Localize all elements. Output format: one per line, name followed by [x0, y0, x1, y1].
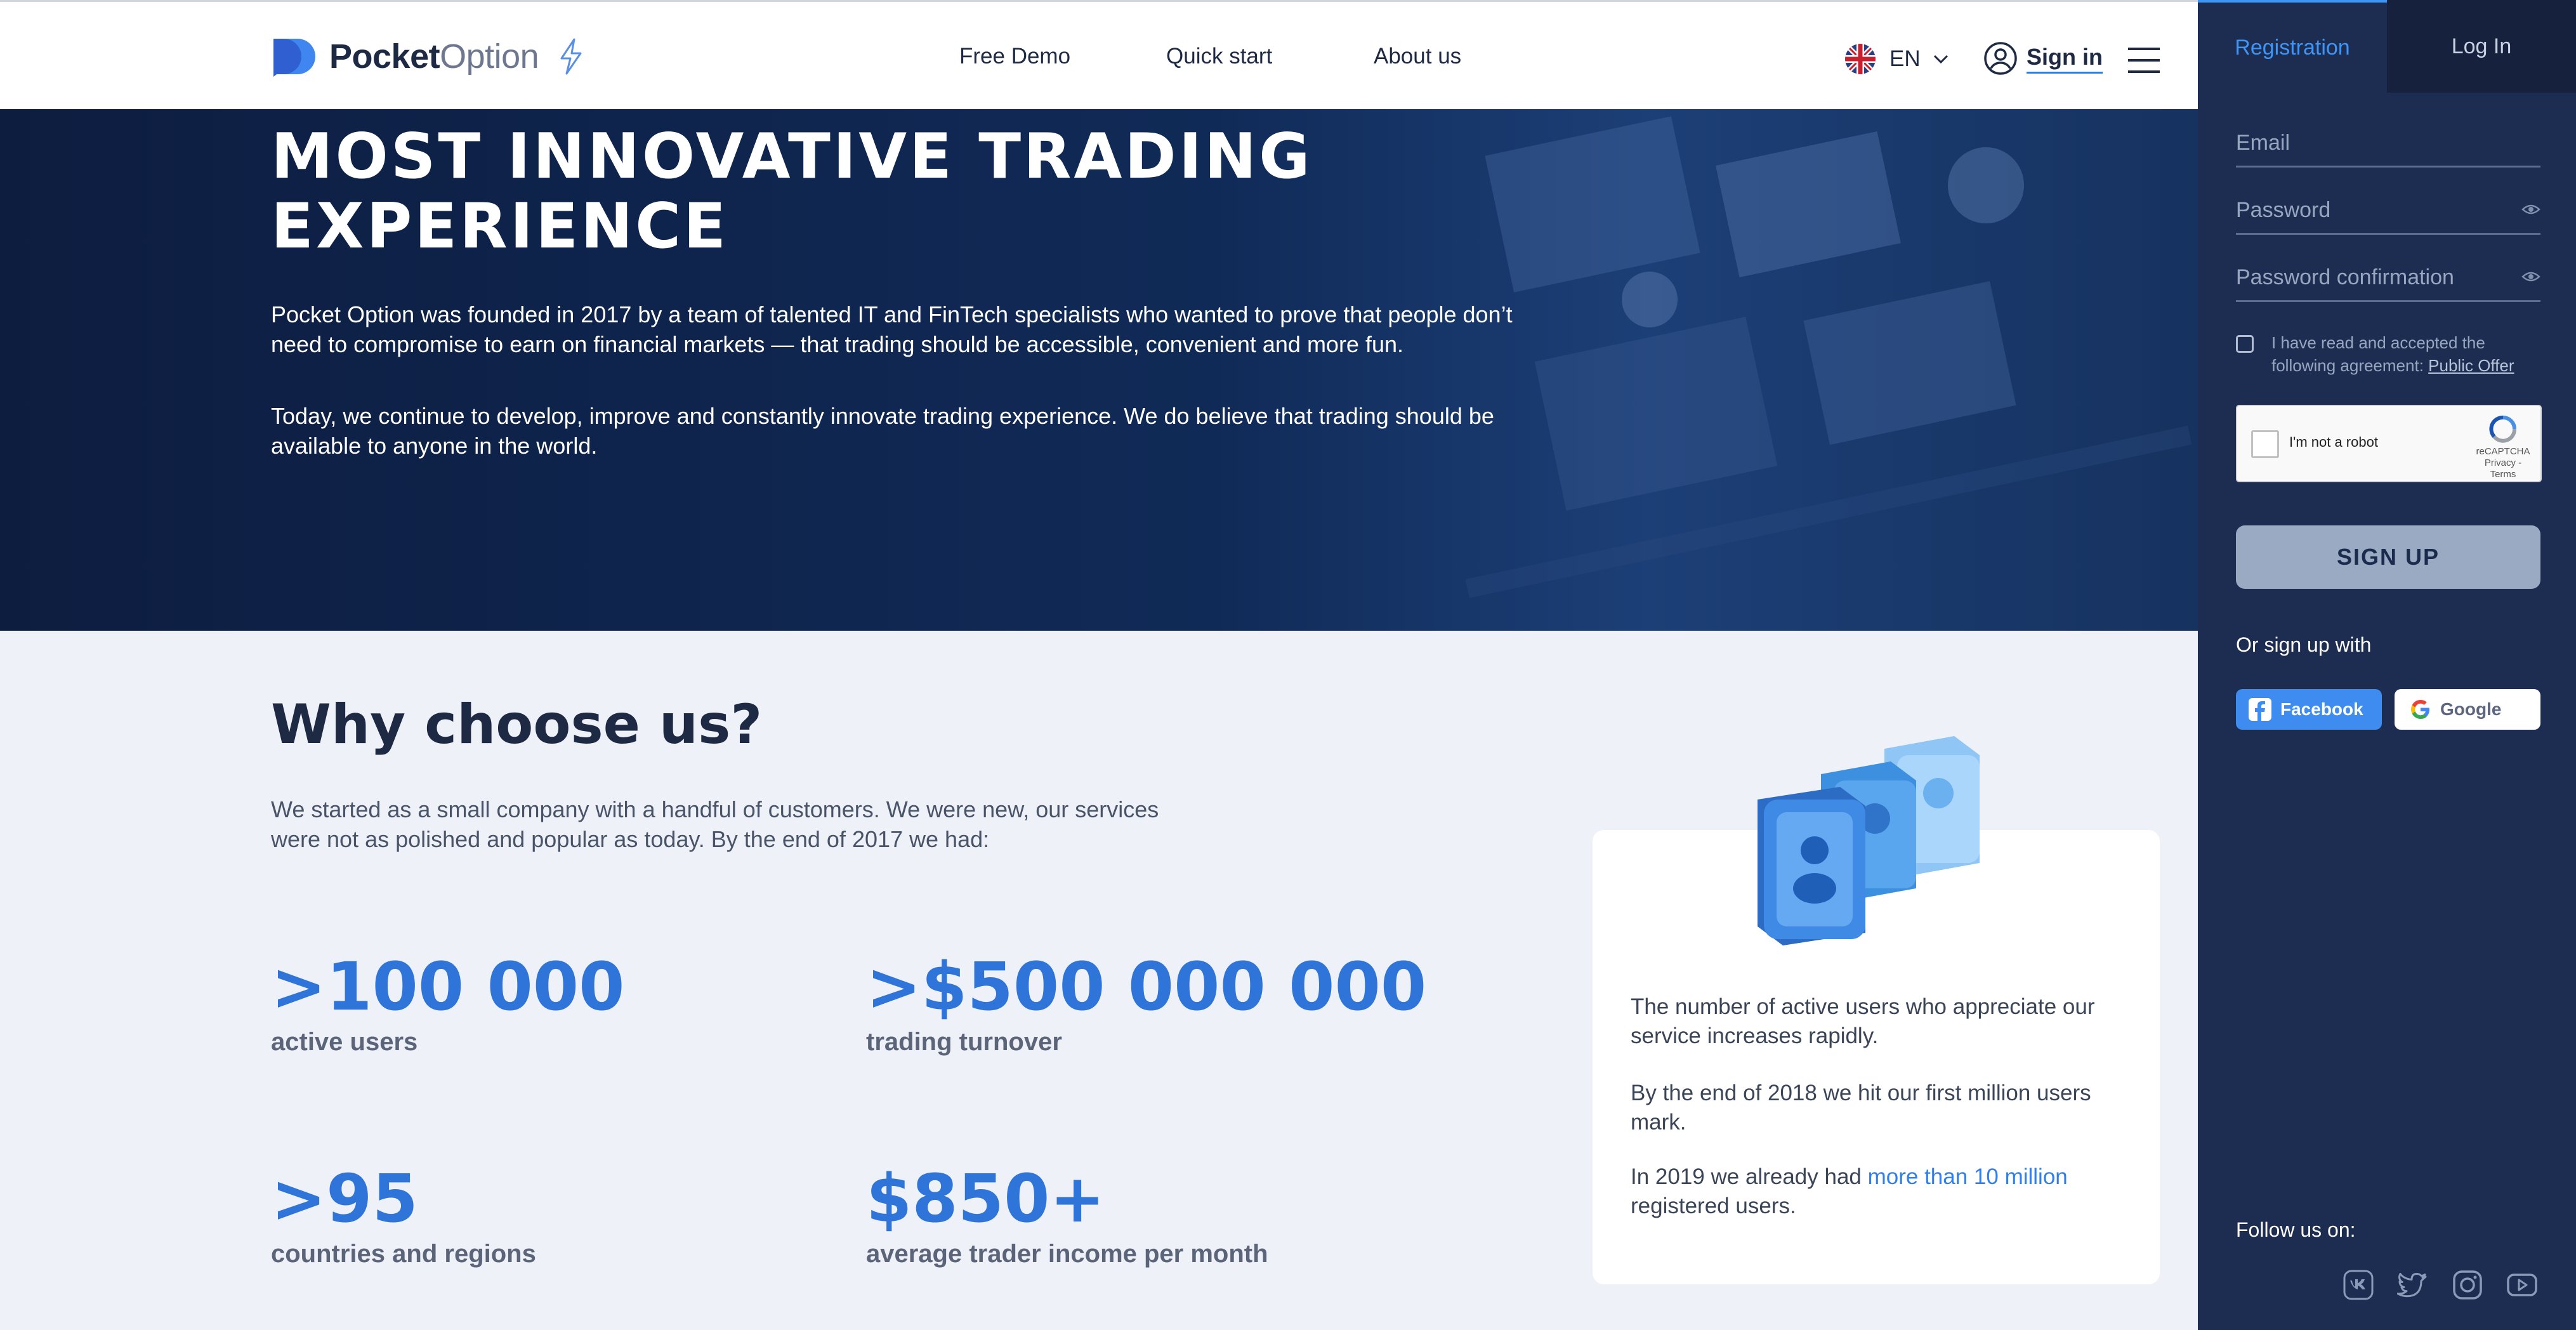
stat-value: $850+	[866, 1160, 1105, 1237]
sign-in-link[interactable]: Sign in	[1983, 41, 2103, 76]
office-background-image	[1465, 116, 2192, 598]
email-placeholder: Email	[2236, 131, 2290, 155]
google-icon	[2411, 700, 2429, 719]
user-circle-icon	[1984, 42, 2017, 75]
logo-mark-icon	[273, 39, 315, 77]
agreement-text: I have read and accepted the following a…	[2271, 333, 2514, 375]
recaptcha-checkbox[interactable]	[2251, 430, 2279, 458]
why-intro-text: We started as a small company with a han…	[271, 796, 1159, 852]
sign-in-label: Sign in	[2027, 44, 2103, 74]
stat-trading-turnover: >$500 000 000 trading turnover	[866, 952, 1426, 1057]
stat-countries: >95 countries and regions	[271, 1164, 536, 1268]
stat-value: >95	[271, 1160, 418, 1237]
registration-sidebar: Registration Log In Email Password Passw…	[2198, 0, 2576, 1330]
main-content: PocketOption Free Demo Quick start About…	[0, 0, 2198, 1330]
chevron-down-icon	[1933, 55, 1948, 64]
stat-trader-income: $850+ average trader income per month	[866, 1164, 1268, 1268]
stat-active-users: >100 000 active users	[271, 952, 625, 1057]
recaptcha-brand: reCAPTCHA	[2476, 446, 2530, 457]
recaptcha-links[interactable]: Privacy - Terms	[2474, 458, 2532, 480]
language-code: EN	[1889, 46, 1921, 71]
why-choose-us-heading: Why choose us?	[271, 693, 763, 756]
logo[interactable]: PocketOption	[271, 36, 584, 77]
sign-up-button[interactable]: SIGN UP	[2236, 525, 2540, 589]
stat-label: active users	[271, 1028, 418, 1056]
public-offer-link[interactable]: Public Offer	[2428, 356, 2514, 375]
twitter-icon[interactable]	[2397, 1269, 2429, 1301]
eye-icon[interactable]	[2521, 202, 2540, 217]
password-confirmation-placeholder: Password confirmation	[2236, 265, 2454, 289]
logo-text: PocketOption	[329, 37, 539, 76]
card-paragraph-3: In 2019 we already had more than 10 mill…	[1631, 1164, 2068, 1218]
card-paragraph-2: By the end of 2018 we hit our first mill…	[1631, 1081, 2091, 1135]
social-icons-row	[2343, 1269, 2538, 1301]
google-label: Google	[2440, 699, 2502, 719]
youtube-icon[interactable]	[2506, 1269, 2538, 1301]
hero-paragraph-2: Today, we continue to develop, improve a…	[271, 403, 1494, 459]
vk-icon[interactable]	[2343, 1269, 2374, 1301]
recaptcha-icon	[2489, 416, 2516, 443]
nav-quick-start[interactable]: Quick start	[1166, 44, 1272, 69]
hamburger-menu-icon[interactable]	[2128, 46, 2160, 74]
facebook-icon	[2249, 698, 2271, 721]
stat-value: >$500 000 000	[866, 948, 1427, 1025]
or-sign-up-with-label: Or sign up with	[2236, 633, 2372, 656]
email-field[interactable]: Email	[2236, 131, 2540, 168]
uk-flag-icon	[1845, 44, 1876, 74]
eye-icon[interactable]	[2521, 269, 2540, 284]
hero-title: MOST INNOVATIVE TRADING EXPERIENCE	[271, 121, 1313, 263]
hero-paragraph-1: Pocket Option was founded in 2017 by a t…	[271, 301, 1513, 357]
lightning-icon	[560, 38, 582, 75]
password-confirmation-field[interactable]: Password confirmation	[2236, 265, 2540, 302]
recaptcha-logo: reCAPTCHA Privacy - Terms	[2474, 415, 2532, 480]
facebook-signup-button[interactable]: Facebook	[2236, 689, 2382, 730]
card-paragraph-1: The number of active users who appreciat…	[1631, 994, 2095, 1048]
password-placeholder: Password	[2236, 198, 2331, 222]
instagram-icon[interactable]	[2452, 1269, 2483, 1301]
hero-banner: MOST INNOVATIVE TRADING EXPERIENCE Pocke…	[0, 109, 2198, 631]
tab-log-in[interactable]: Log In	[2387, 0, 2576, 93]
tab-registration[interactable]: Registration	[2198, 0, 2387, 93]
stat-label: countries and regions	[271, 1240, 536, 1268]
follow-us-label: Follow us on:	[2236, 1218, 2356, 1241]
password-field[interactable]: Password	[2236, 198, 2540, 235]
facebook-label: Facebook	[2280, 699, 2363, 719]
agreement-row: I have read and accepted the following a…	[2236, 331, 2540, 377]
nav-about-us[interactable]: About us	[1374, 44, 1461, 69]
stat-label: average trader income per month	[866, 1240, 1268, 1268]
agreement-checkbox[interactable]	[2236, 335, 2254, 353]
top-header: PocketOption Free Demo Quick start About…	[0, 0, 2198, 109]
language-selector[interactable]: EN	[1845, 44, 1950, 74]
recaptcha-label: I'm not a robot	[2289, 434, 2378, 450]
google-signup-button[interactable]: Google	[2395, 689, 2540, 730]
recaptcha-widget: I'm not a robot reCAPTCHA Privacy - Term…	[2236, 405, 2542, 482]
highlight-text: more than 10 million	[1867, 1164, 2068, 1189]
stat-label: trading turnover	[866, 1028, 1062, 1056]
users-stack-icon	[1758, 736, 1980, 945]
nav-free-demo[interactable]: Free Demo	[959, 44, 1070, 69]
stat-value: >100 000	[271, 948, 625, 1025]
